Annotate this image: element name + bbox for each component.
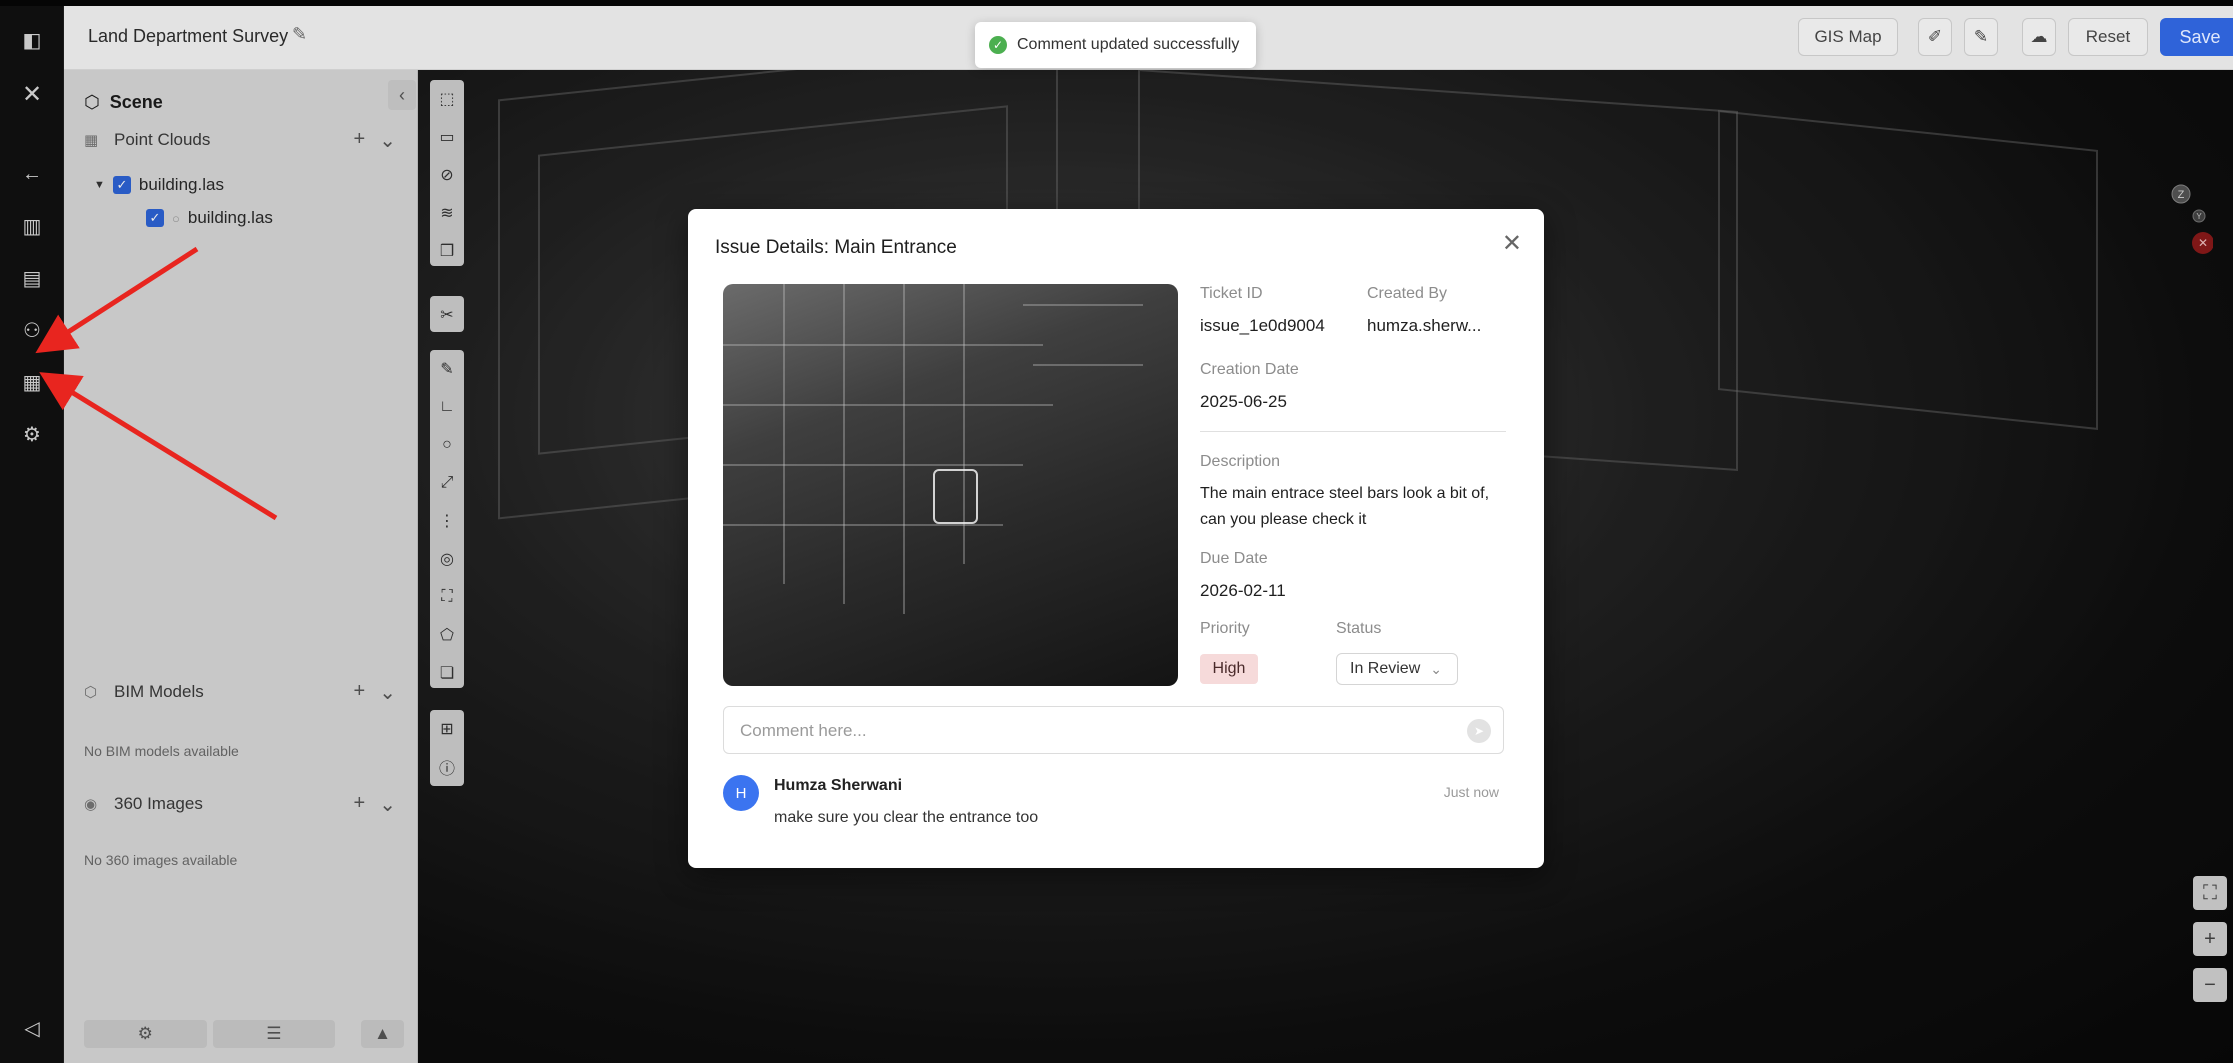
save-button[interactable]: Save xyxy=(2160,18,2233,56)
gis-map-button[interactable]: GIS Map xyxy=(1798,18,1898,56)
comment-input[interactable] xyxy=(740,719,1420,743)
project-title: Land Department Survey xyxy=(88,26,289,46)
settings-gear-icon[interactable]: ⚙ xyxy=(14,416,50,452)
due-date-label: Due Date xyxy=(1200,550,1268,567)
divider xyxy=(1200,431,1506,432)
check-circle-icon: ✓ xyxy=(989,36,1007,54)
comment-time: Just now xyxy=(1443,784,1499,800)
comment-author: Humza Sherwani xyxy=(774,777,903,794)
ticket-id-value: issue_1e0d9004 xyxy=(1200,316,1325,335)
close-icon[interactable]: ✕ xyxy=(1502,229,1522,258)
creation-date-value: 2025-06-25 xyxy=(1200,392,1287,411)
send-comment-icon[interactable]: ➤ xyxy=(1467,719,1491,743)
reset-button[interactable]: Reset xyxy=(2068,18,2148,56)
priority-label: Priority xyxy=(1200,620,1250,637)
description-label: Description xyxy=(1200,453,1281,470)
ticket-id-label: Ticket ID xyxy=(1200,285,1263,302)
comment-box: ➤ xyxy=(723,706,1504,754)
status-label: Status xyxy=(1336,620,1382,637)
avatar: H xyxy=(723,775,759,811)
comment-text: make sure you clear the entrance too xyxy=(774,809,1039,826)
success-toast: ✓ Comment updated successfully xyxy=(975,22,1256,68)
cloud-upload-button[interactable]: ☁ xyxy=(2022,18,2056,56)
edit-title-icon[interactable]: ✎ xyxy=(292,24,307,45)
modal-title: Issue Details: Main Entrance xyxy=(715,237,957,258)
document-icon[interactable]: ▤ xyxy=(14,260,50,296)
left-rail: ◧ ✕ ← ▥ ▤ ⚇ ▦ ⚙ ◁ xyxy=(0,6,64,1063)
description-value: The main entrace steel bars look a bit o… xyxy=(1200,485,1490,528)
back-arrow-icon[interactable]: ← xyxy=(14,156,50,192)
created-by-value: humza.sherw... xyxy=(1367,316,1482,335)
status-dropdown[interactable]: In Review ⌄ xyxy=(1336,653,1458,685)
priority-badge: High xyxy=(1200,654,1258,684)
brush-tool-button[interactable]: ✐ xyxy=(1918,18,1952,56)
issue-details-modal: Issue Details: Main Entrance ✕ Ticket ID… xyxy=(688,209,1544,868)
announce-icon[interactable]: ◁ xyxy=(14,1010,50,1046)
panel-toggle-icon[interactable]: ◧ xyxy=(14,22,50,58)
created-by-label: Created By xyxy=(1367,285,1448,302)
due-date-value: 2026-02-11 xyxy=(1200,581,1286,600)
creation-date-label: Creation Date xyxy=(1200,361,1299,378)
users-icon[interactable]: ⚇ xyxy=(14,312,50,348)
issues-board-icon[interactable]: ▦ xyxy=(14,364,50,400)
map-icon[interactable]: ▥ xyxy=(14,208,50,244)
pen-tool-button[interactable]: ✎ xyxy=(1964,18,1998,56)
toast-message: Comment updated successfully xyxy=(1017,36,1240,53)
chevron-down-icon: ⌄ xyxy=(1430,660,1442,677)
status-value: In Review xyxy=(1350,660,1421,677)
issue-snapshot-image xyxy=(723,284,1178,686)
app-logo-icon: ✕ xyxy=(21,80,43,108)
highlight-marker xyxy=(933,469,978,524)
